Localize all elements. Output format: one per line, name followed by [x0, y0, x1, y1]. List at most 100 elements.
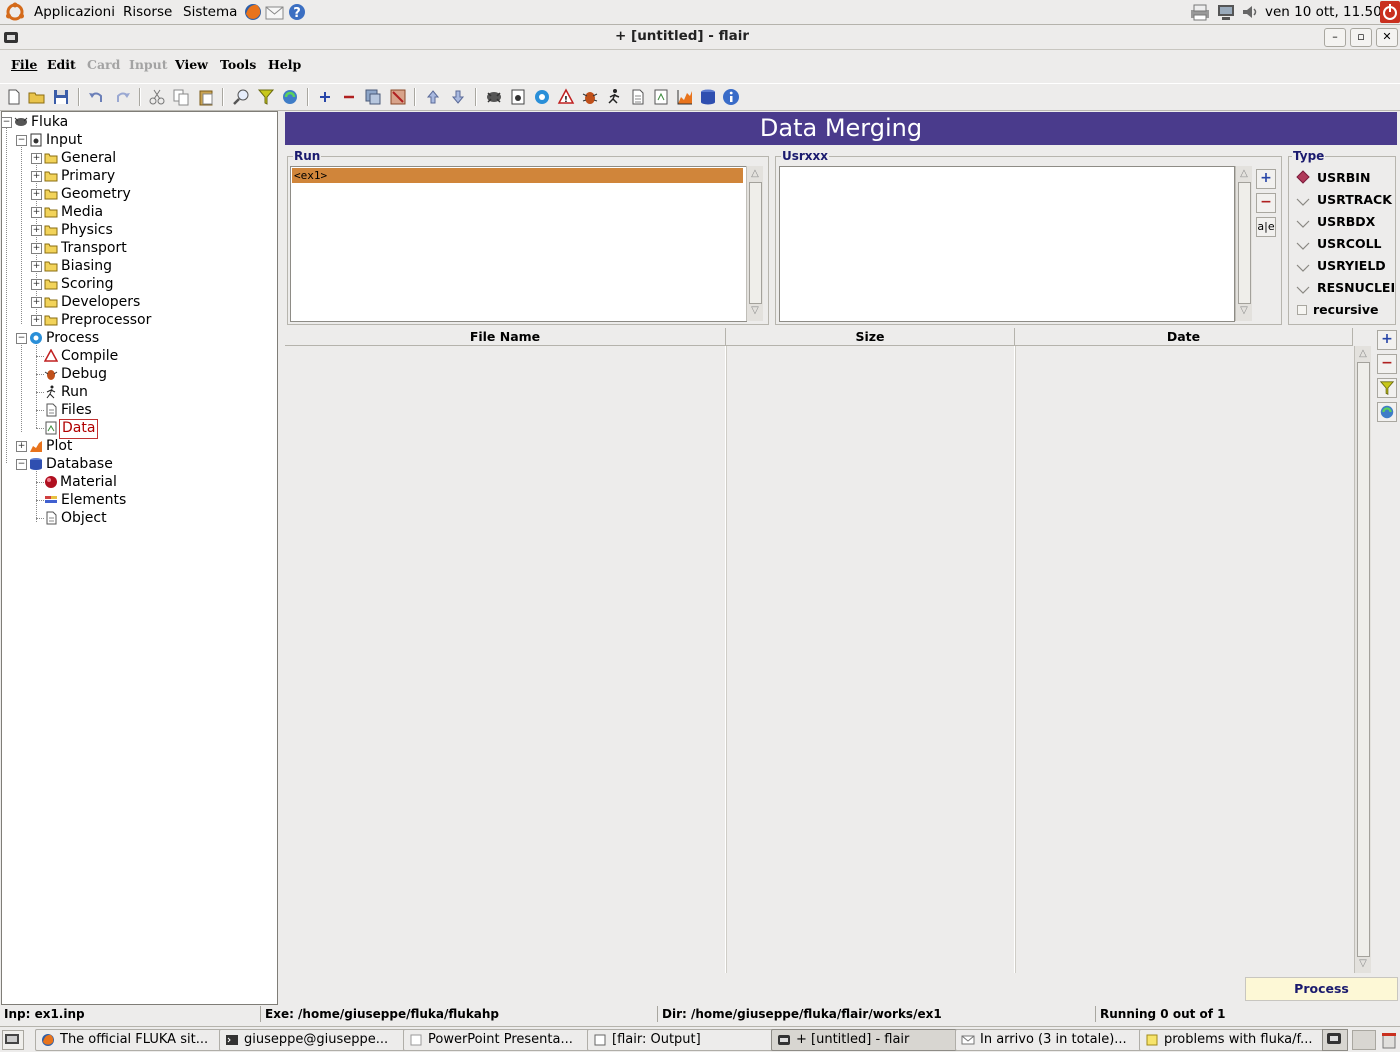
workspace-switcher[interactable] [1352, 1030, 1376, 1050]
tree-item-object[interactable]: Object [61, 509, 107, 527]
menu-tools[interactable]: Tools [220, 57, 256, 72]
tree-item-plot[interactable]: Plot [46, 437, 72, 455]
process-icon[interactable] [533, 88, 551, 106]
debug-icon[interactable] [581, 88, 599, 106]
help-icon[interactable]: ? [287, 2, 307, 22]
add-usr-button[interactable]: + [1256, 169, 1276, 189]
file-table-scrollbar[interactable]: △ ▽ [1354, 346, 1371, 973]
tree-item-geometry[interactable]: Geometry [61, 185, 131, 203]
printer-icon[interactable] [1189, 3, 1211, 21]
menu-card[interactable]: Card [87, 57, 120, 72]
run-list[interactable]: <ex1> [290, 166, 747, 322]
menu-view[interactable]: View [175, 57, 208, 72]
move-up-icon[interactable] [424, 88, 442, 106]
scroll-up-icon[interactable]: △ [1356, 348, 1370, 360]
expand-toggle[interactable]: + [31, 279, 42, 290]
refresh-files-button[interactable] [1377, 402, 1397, 422]
files-icon[interactable] [629, 88, 647, 106]
expand-toggle[interactable]: + [31, 261, 42, 272]
checkbox-box[interactable] [1297, 305, 1307, 315]
input-icon[interactable] [509, 88, 527, 106]
task-terminal[interactable]: giuseppe@giuseppe... [219, 1029, 423, 1051]
expand-toggle[interactable]: + [31, 315, 42, 326]
run-list-item[interactable]: <ex1> [292, 168, 743, 183]
panel-menu-places[interactable]: Risorse [123, 4, 172, 20]
new-icon[interactable] [5, 88, 23, 106]
menu-file[interactable]: File [11, 57, 37, 72]
disable-icon[interactable] [389, 88, 407, 106]
remove-icon[interactable] [340, 88, 358, 106]
plot-icon[interactable] [676, 88, 694, 106]
task-mail[interactable]: In arrivo (3 in totale)... [955, 1029, 1159, 1051]
volume-icon[interactable] [1241, 3, 1261, 21]
scroll-thumb[interactable] [749, 182, 762, 304]
info-icon[interactable] [722, 88, 740, 106]
ubuntu-logo-icon[interactable] [5, 2, 25, 22]
expand-toggle[interactable]: − [16, 333, 27, 344]
firefox-icon[interactable] [243, 2, 263, 22]
panel-menu-applications[interactable]: Applicazioni [34, 4, 115, 20]
move-down-icon[interactable] [449, 88, 467, 106]
menu-help[interactable]: Help [268, 57, 301, 72]
maximize-button[interactable]: ▫ [1350, 28, 1372, 47]
column-header-file-name[interactable]: File Name [285, 328, 726, 346]
undo-icon[interactable] [87, 88, 105, 106]
clone-icon[interactable] [364, 88, 382, 106]
find-icon[interactable] [232, 88, 250, 106]
expand-toggle[interactable]: − [16, 135, 27, 146]
cut-icon[interactable] [148, 88, 166, 106]
scroll-thumb[interactable] [1357, 362, 1370, 957]
expand-toggle[interactable]: + [31, 297, 42, 308]
expand-toggle[interactable]: + [31, 207, 42, 218]
open-icon[interactable] [28, 88, 46, 106]
expand-toggle[interactable]: + [31, 171, 42, 182]
column-header-size[interactable]: Size [726, 328, 1015, 346]
expand-toggle[interactable]: + [16, 441, 27, 452]
database-icon[interactable] [699, 88, 717, 106]
compile-icon[interactable]: ! [557, 88, 575, 106]
expand-toggle[interactable]: − [1, 117, 12, 128]
tree-item-preprocessor[interactable]: Preprocessor [61, 311, 151, 329]
scroll-down-icon[interactable]: ▽ [748, 305, 762, 317]
tree-item-fluka[interactable]: Fluka [31, 113, 68, 131]
remove-file-button[interactable]: − [1377, 354, 1397, 374]
add-icon[interactable] [316, 88, 334, 106]
tree-item-transport[interactable]: Transport [61, 239, 127, 257]
add-file-button[interactable]: + [1377, 330, 1397, 350]
filter-files-button[interactable] [1377, 378, 1397, 398]
edit-usr-button[interactable]: a|e [1256, 217, 1276, 237]
window-titlebar[interactable]: + [untitled] - flair – ▫ ✕ [0, 25, 1400, 50]
task-powerpoint[interactable]: PowerPoint Presenta... [403, 1029, 607, 1051]
network-icon[interactable] [1216, 3, 1236, 21]
minimize-button[interactable]: – [1324, 28, 1346, 47]
expand-toggle[interactable]: + [31, 225, 42, 236]
run-icon[interactable] [605, 88, 623, 106]
tree-item-process[interactable]: Process [46, 329, 99, 347]
expand-toggle[interactable]: + [31, 153, 42, 164]
refresh-icon[interactable] [281, 88, 299, 106]
menu-input[interactable]: Input [129, 57, 168, 72]
navigation-tree[interactable] [1, 111, 278, 1005]
run-list-scrollbar[interactable]: △ ▽ [746, 166, 763, 321]
column-header-date[interactable]: Date [1015, 328, 1353, 346]
tree-item-general[interactable]: General [61, 149, 116, 167]
expand-toggle[interactable]: − [16, 459, 27, 470]
tree-item-files[interactable]: Files [61, 401, 92, 419]
usrxxx-list-scrollbar[interactable]: △ ▽ [1235, 166, 1252, 321]
tree-item-primary[interactable]: Primary [61, 167, 115, 185]
data-icon[interactable] [652, 88, 670, 106]
redo-icon[interactable] [114, 88, 132, 106]
tree-item-input[interactable]: Input [46, 131, 82, 149]
save-icon[interactable] [52, 88, 70, 106]
tree-item-database[interactable]: Database [46, 455, 113, 473]
tree-item-material[interactable]: Material [60, 473, 117, 491]
file-table[interactable]: File Name Size Date [285, 328, 1353, 973]
task-flair-mini[interactable] [1322, 1029, 1348, 1051]
remove-usr-button[interactable]: − [1256, 193, 1276, 213]
panel-menu-system[interactable]: Sistema [183, 4, 237, 20]
show-desktop-button[interactable] [2, 1030, 24, 1050]
tree-item-run[interactable]: Run [61, 383, 88, 401]
power-icon[interactable] [1380, 1, 1400, 23]
menu-edit[interactable]: Edit [47, 57, 76, 72]
paste-icon[interactable] [197, 88, 215, 106]
